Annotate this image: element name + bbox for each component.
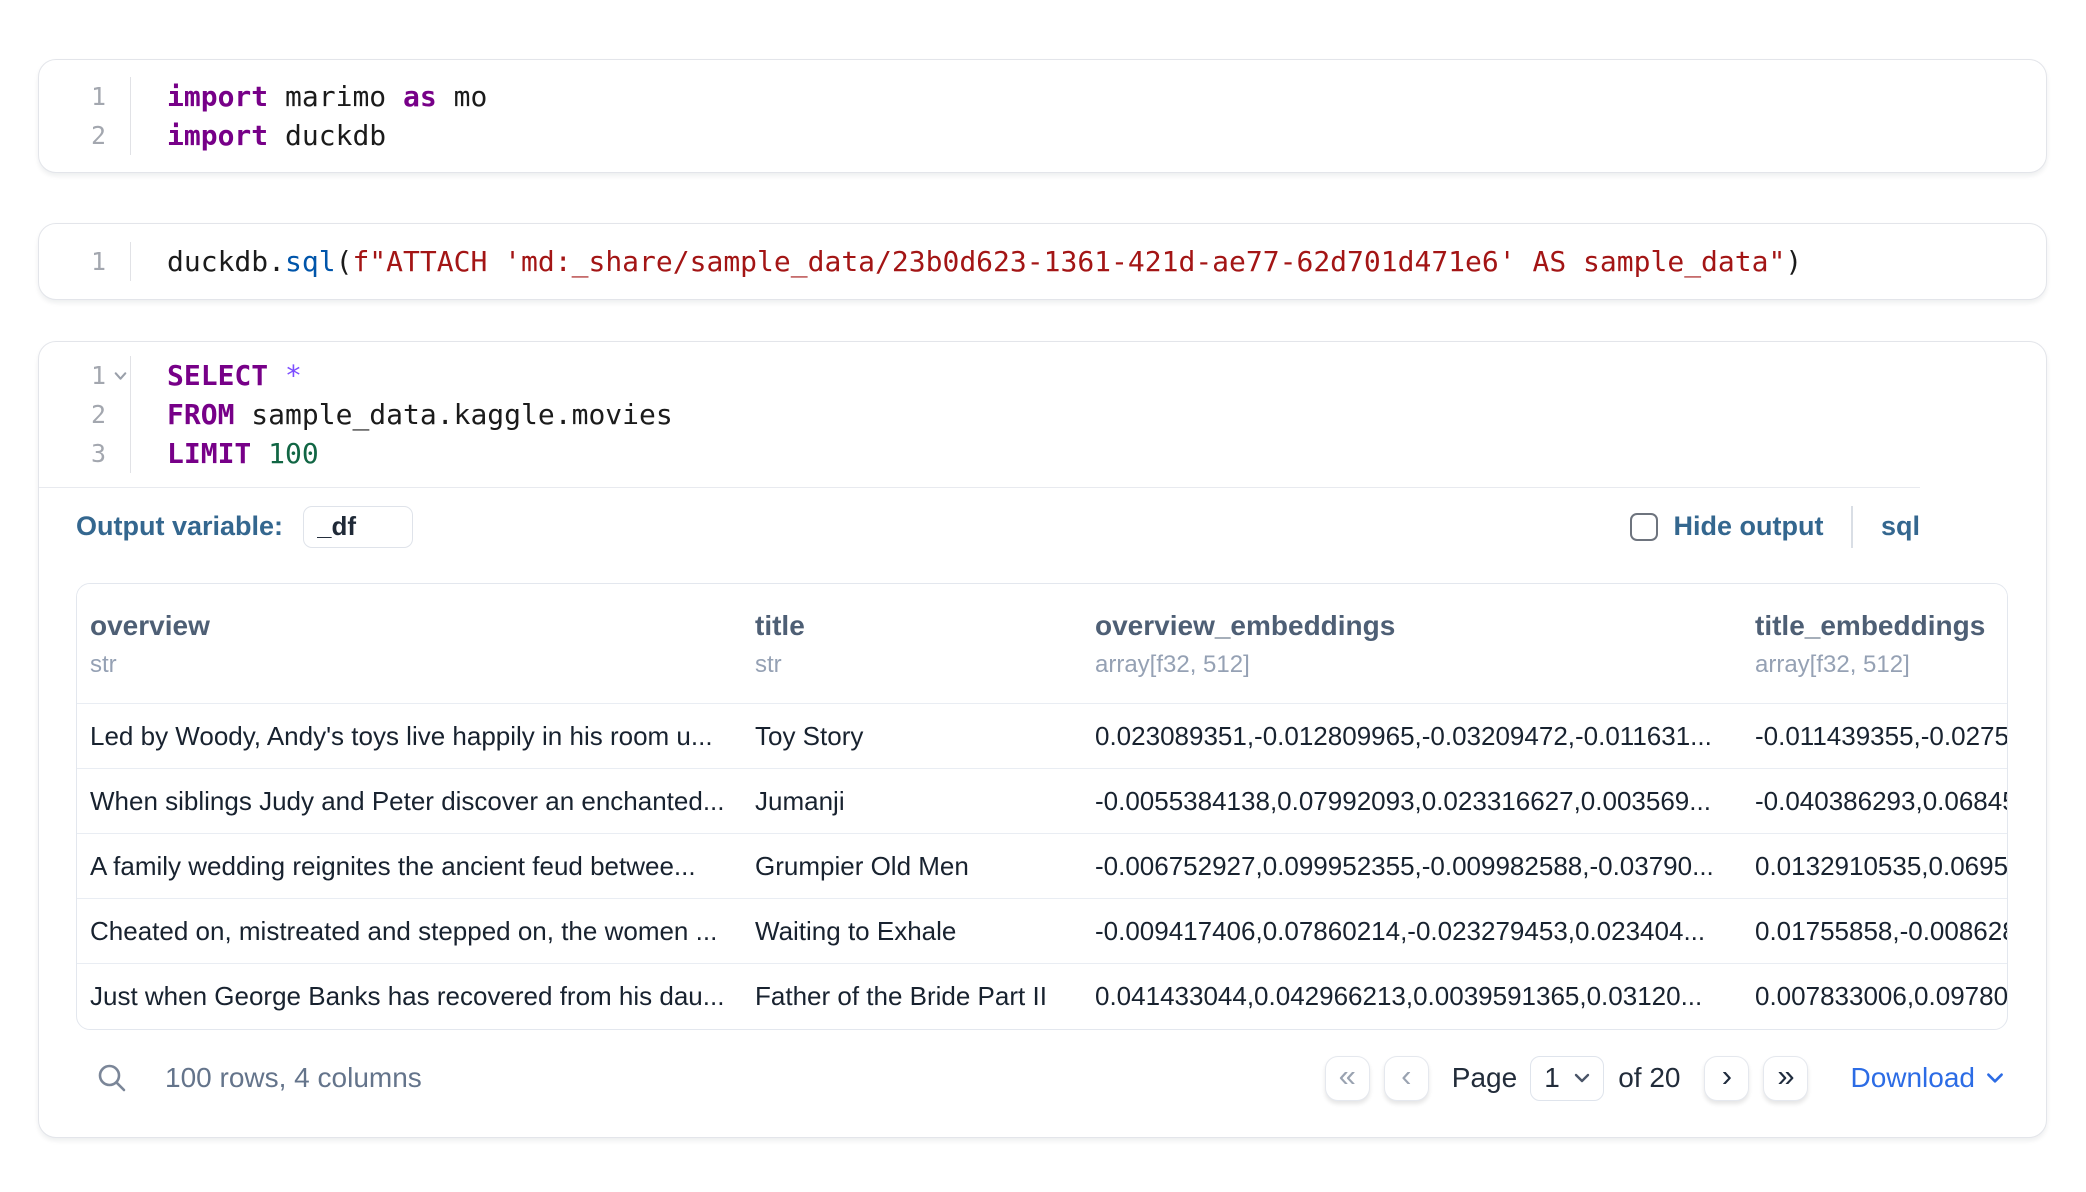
search-icon[interactable] [96,1062,128,1094]
chevron-left-icon: ‹ [1401,1060,1411,1091]
page-label: Page [1452,1062,1517,1094]
table-row: Cheated on, mistreated and stepped on, t… [77,899,2007,964]
table-cell: Waiting to Exhale [742,899,1082,964]
last-page-button[interactable]: » [1763,1056,1808,1101]
output-variable-label: Output variable: [76,511,283,542]
line-number-gutter: 1 [39,77,131,116]
output-variable-input[interactable] [303,506,413,548]
table-cell: Toy Story [742,704,1082,769]
chevron-down-icon [1572,1068,1592,1088]
page-select[interactable]: 1 [1530,1056,1604,1101]
table-cell: When siblings Judy and Peter discover an… [77,769,742,834]
line-number: 1 [91,247,106,276]
code-line[interactable]: 1 SELECT * [39,356,2046,395]
line-number: 1 [91,82,106,111]
code-cell-attach: 1 duckdb.sql(f"ATTACH 'md:_share/sample_d… [38,223,2047,300]
table-footer: 100 rows, 4 columns « ‹ Page 1 of 20 › »… [39,1030,2046,1137]
dataframe-table: overviewstrtitlestroverview_embeddingsar… [76,583,2008,1030]
sql-cell-footer: Output variable: Hide output sql [39,488,2046,565]
page-of-label: of 20 [1618,1062,1680,1094]
sql-cell: 1 SELECT * 2 FROM sample_data.kaggle.movies… [38,341,2047,1138]
line-number: 2 [91,121,106,150]
line-number-gutter: 1 [39,242,131,281]
table-cell: -0.011439355,-0.027525... [1742,704,2007,769]
language-badge: sql [1881,511,1920,542]
table-cell: -0.009417406,0.07860214,-0.023279453,0.0… [1082,899,1742,964]
chevron-right-icon: › [1722,1060,1732,1091]
table-cell: Father of the Bride Part II [742,964,1082,1029]
table-row: A family wedding reignites the ancient f… [77,834,2007,899]
sql-editor[interactable]: 1 SELECT * 2 FROM sample_data.kaggle.movies… [39,356,2046,473]
code-line-text: duckdb.sql(f"ATTACH 'md:_share/sample_da… [131,245,1802,278]
code-line-text: LIMIT 100 [131,437,319,470]
table-cell: 0.007833006,0.0978013... [1742,964,2007,1029]
table-cell: Just when George Banks has recovered fro… [77,964,742,1029]
line-number: 3 [91,439,106,468]
code-line-text: import marimo as mo [131,80,487,113]
code-cell-imports: 1 import marimo as mo 2 import duckdb [38,59,2047,173]
code-line[interactable]: 1 import marimo as mo [39,77,2046,116]
chevron-down-icon [1984,1067,2006,1089]
table-cell: -0.040386293,0.0684511... [1742,769,2007,834]
column-header-title[interactable]: titlestr [742,584,1082,704]
page-select-value: 1 [1544,1062,1560,1094]
table-row: Led by Woody, Andy's toys live happily i… [77,704,2007,769]
table-cell: -0.006752927,0.099952355,-0.009982588,-0… [1082,834,1742,899]
code-editor[interactable]: 1 import marimo as mo 2 import duckdb [39,77,2046,155]
code-line[interactable]: 2 FROM sample_data.kaggle.movies [39,395,2046,434]
vertical-divider [1851,506,1853,548]
table-cell: Grumpier Old Men [742,834,1082,899]
hide-output-label: Hide output [1674,511,1824,542]
code-line-text: SELECT * [131,359,302,392]
line-number: 1 [91,361,106,390]
table-cell: Led by Woody, Andy's toys live happily i… [77,704,742,769]
prev-page-button[interactable]: ‹ [1384,1056,1429,1101]
table-cell: Jumanji [742,769,1082,834]
line-number: 2 [91,400,106,429]
download-button[interactable]: Download [1850,1062,2006,1094]
table-cell: 0.041433044,0.042966213,0.0039591365,0.0… [1082,964,1742,1029]
table-cell: 0.01755858,-0.00862866... [1742,899,2007,964]
marimo-notebook: 1 import marimo as mo 2 import duckdb 1 duck… [0,0,2086,1192]
table-body: Led by Woody, Andy's toys live happily i… [77,704,2007,1029]
column-header-overview_embeddings[interactable]: overview_embeddingsarray[f32, 512] [1082,584,1742,704]
fold-chevron-icon[interactable] [112,367,129,384]
row-count-summary: 100 rows, 4 columns [165,1062,422,1094]
code-editor[interactable]: 1 duckdb.sql(f"ATTACH 'md:_share/sample_d… [39,242,2046,281]
first-page-button[interactable]: « [1325,1056,1370,1101]
table-cell: A family wedding reignites the ancient f… [77,834,742,899]
code-line[interactable]: 3 LIMIT 100 [39,434,2046,473]
code-line-text: import duckdb [131,119,386,152]
table-row: When siblings Judy and Peter discover an… [77,769,2007,834]
code-line-text: FROM sample_data.kaggle.movies [131,398,673,431]
code-line[interactable]: 1 duckdb.sql(f"ATTACH 'md:_share/sample_d… [39,242,2046,281]
line-number-gutter: 1 [39,356,131,395]
column-header-overview[interactable]: overviewstr [77,584,742,704]
table-row: Just when George Banks has recovered fro… [77,964,2007,1029]
line-number-gutter: 2 [39,116,131,155]
table-cell: -0.0055384138,0.07992093,0.023316627,0.0… [1082,769,1742,834]
hide-output-checkbox[interactable] [1630,513,1658,541]
chevrons-right-icon: » [1777,1060,1794,1091]
table-cell: Cheated on, mistreated and stepped on, t… [77,899,742,964]
download-label: Download [1850,1062,1975,1094]
table-cell: 0.0132910535,0.069581... [1742,834,2007,899]
line-number-gutter: 3 [39,434,131,473]
table-cell: 0.023089351,-0.012809965,-0.03209472,-0.… [1082,704,1742,769]
table-header-row: overviewstrtitlestroverview_embeddingsar… [77,584,2007,704]
next-page-button[interactable]: › [1704,1056,1749,1101]
code-line[interactable]: 2 import duckdb [39,116,2046,155]
line-number-gutter: 2 [39,395,131,434]
chevrons-left-icon: « [1339,1060,1356,1091]
column-header-title_embeddings[interactable]: title_embeddingsarray[f32, 512] [1742,584,2007,704]
